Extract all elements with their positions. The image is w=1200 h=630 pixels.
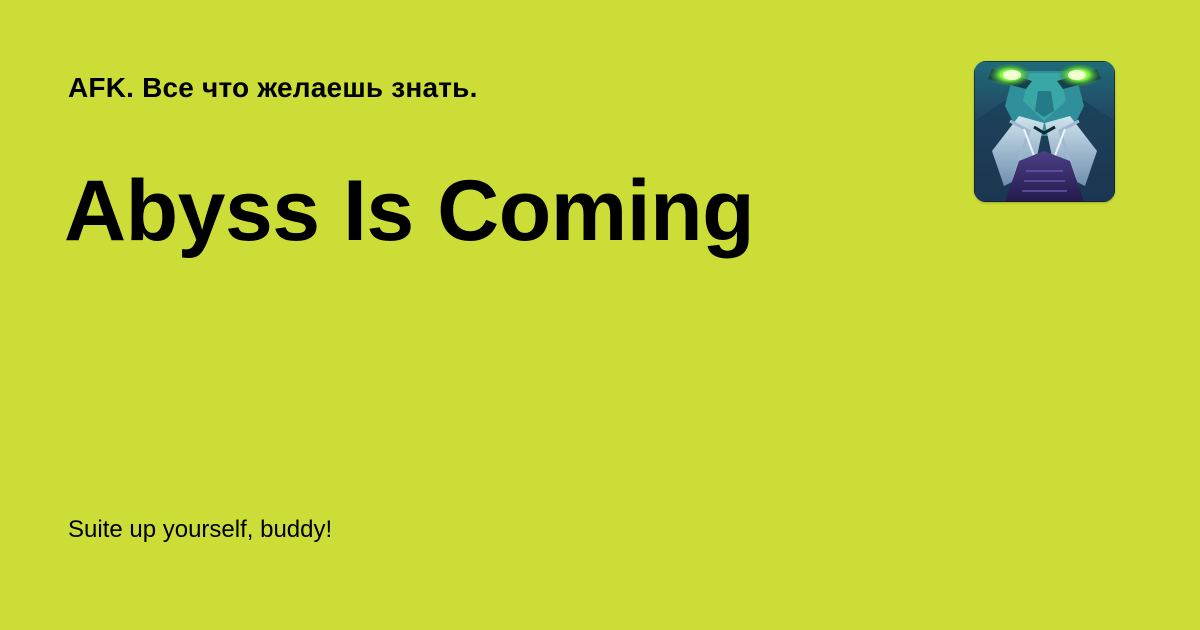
tagline: Suite up yourself, buddy! bbox=[68, 516, 333, 543]
dark-demon-face-icon bbox=[974, 61, 1115, 202]
page-title: Abyss Is Coming bbox=[64, 163, 755, 259]
app-icon bbox=[974, 61, 1115, 202]
site-name: AFK. Все что желаешь знать. bbox=[68, 72, 478, 103]
